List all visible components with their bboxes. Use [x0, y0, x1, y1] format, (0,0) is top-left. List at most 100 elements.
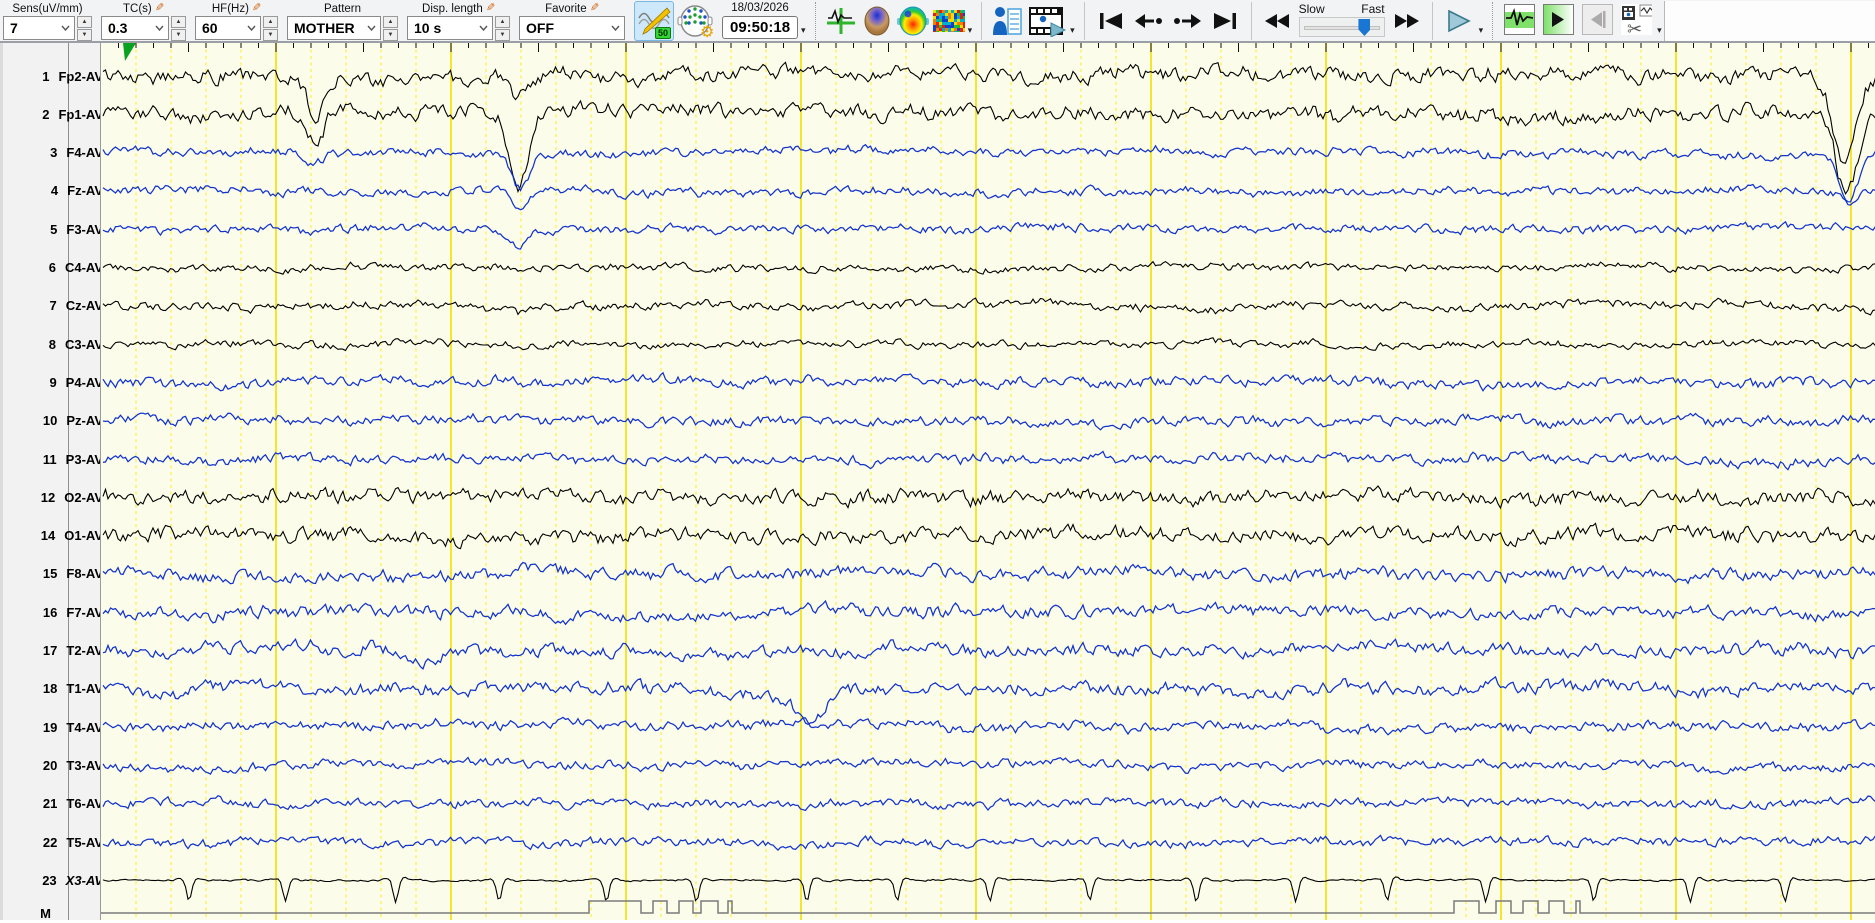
channel-row-c4-av[interactable]: 6 C4-AV [3, 258, 103, 278]
datetime-dropdown-icon[interactable]: ▾ [801, 25, 806, 36]
play-button[interactable] [1440, 3, 1478, 39]
trace-cursor-button[interactable] [824, 2, 858, 40]
head-3d-map-button[interactable] [860, 2, 894, 40]
clip-dropdown-icon[interactable]: ▾ [1657, 25, 1662, 36]
spectrogram-button[interactable] [932, 2, 966, 40]
channel-row-t6-av[interactable]: 21 T6-AV [3, 794, 103, 814]
channel-row-o2-av[interactable]: 12 O2-AV [3, 487, 103, 507]
review-back-icon [1583, 5, 1613, 34]
edit-pencil-icon[interactable]: ✎ [155, 2, 164, 14]
favorite-select[interactable]: OFF [519, 16, 625, 40]
channel-row-pz-av[interactable]: 10 Pz-AV [3, 411, 103, 431]
pattern-select[interactable]: MOTHER [287, 16, 381, 40]
waveform-t6-av [102, 794, 1875, 812]
review-play-icon [1544, 5, 1574, 34]
edit-pencil-icon[interactable]: ✎ [590, 2, 599, 14]
time-display[interactable]: 09:50:18 [722, 16, 799, 39]
waveform-o1-av [102, 522, 1875, 550]
analysis-dropdown-icon[interactable]: ▾ [968, 25, 973, 36]
hf-label: HF(Hz) [211, 2, 249, 15]
channel-label: F4-AV [66, 145, 103, 161]
waveform-x3-av [102, 876, 1875, 905]
video-dropdown-icon[interactable]: ▾ [1070, 25, 1075, 36]
channel-label: Fz-AV [67, 183, 103, 199]
field-sensitivity: Sens(uV/mm) 7 ▲ ▼ [3, 1, 92, 41]
spinner-down-icon[interactable]: ▼ [171, 29, 186, 41]
channel-row-c3-av[interactable]: 8 C3-AV [3, 334, 103, 354]
channel-number: 17 [42, 643, 58, 658]
display-length-select[interactable]: 10 s [407, 16, 493, 40]
channel-row-p3-av[interactable]: 11 P3-AV [3, 449, 103, 469]
spinner-up-icon[interactable]: ▲ [77, 16, 92, 28]
spinner-down-icon[interactable]: ▼ [383, 29, 398, 41]
panel-divider [68, 43, 69, 920]
channel-number: 19 [42, 719, 58, 735]
speed-slider-track[interactable] [1298, 17, 1385, 37]
clip-cut-button[interactable]: ✂ [1621, 4, 1653, 36]
spinner-up-icon[interactable]: ▲ [171, 16, 186, 28]
separator [1083, 2, 1085, 40]
channel-row-fz-av[interactable]: 4 Fz-AV [3, 181, 103, 201]
skip-to-end-button[interactable] [1206, 3, 1244, 39]
review-trace-button[interactable] [1504, 4, 1536, 35]
channel-row-f7-av[interactable]: 16 F7-AV [3, 602, 103, 622]
review-play-button[interactable] [1543, 4, 1575, 35]
scissors-icon: ✂ [1627, 19, 1642, 36]
play-dropdown-icon[interactable]: ▾ [1479, 25, 1484, 36]
channel-row-p4-av[interactable]: 9 P4-AV [3, 372, 103, 392]
gear-icon: ⚙ [700, 24, 713, 39]
waveform-c3-av [102, 337, 1875, 352]
channel-row-t3-av[interactable]: 20 T3-AV [3, 755, 103, 775]
spinner-down-icon[interactable]: ▼ [263, 29, 278, 41]
channel-number: 23 [42, 872, 57, 888]
patient-info-icon [993, 7, 1022, 35]
rewind-button[interactable] [1259, 3, 1297, 39]
channel-number: 18 [42, 681, 58, 697]
spinner-down-icon[interactable]: ▼ [495, 29, 510, 41]
skip-to-start-button[interactable] [1092, 3, 1130, 39]
channel-row-f8-av[interactable]: 15 F8-AV [3, 564, 103, 584]
waveform-t4-av [102, 716, 1875, 736]
edit-pencil-icon[interactable]: ✎ [486, 2, 495, 14]
channel-row-t4-av[interactable]: 19 T4-AV [3, 717, 103, 737]
sensitivity-value: 7 [10, 20, 18, 36]
channel-label: T6-AV [66, 796, 103, 812]
marker-row-label: M [40, 905, 51, 921]
spinner-up-icon[interactable]: ▲ [263, 16, 278, 28]
channel-row-cz-av[interactable]: 7 Cz-AV [3, 296, 103, 316]
tc-select[interactable]: 0.3 [101, 16, 169, 40]
patient-info-button[interactable] [990, 2, 1024, 40]
spinner-up-icon[interactable]: ▲ [495, 16, 510, 28]
video-button[interactable] [1026, 2, 1068, 40]
channel-row-fp1-av[interactable]: 2 Fp1-AV [3, 104, 103, 124]
slider-fast-label: Fast [1361, 2, 1385, 16]
notch-filter-button[interactable]: 50 [634, 1, 674, 41]
spinner-up-icon[interactable]: ▲ [383, 16, 398, 28]
eeg-trace-area[interactable] [100, 43, 1875, 920]
channel-number: 9 [49, 374, 57, 390]
channel-row-t2-av[interactable]: 17 T2-AV [3, 641, 103, 661]
spectrogram-icon [932, 10, 965, 32]
waveform-f7-av [102, 599, 1875, 626]
channel-row-x3-av[interactable]: 23 X3-AV [3, 870, 103, 890]
speed-slider-thumb[interactable] [1358, 19, 1371, 36]
waveform-cz-av [102, 297, 1875, 316]
fast-forward-button[interactable] [1387, 3, 1425, 39]
channel-row-f4-av[interactable]: 3 F4-AV [3, 143, 103, 163]
topography-map-button[interactable] [896, 2, 930, 40]
channel-row-t5-av[interactable]: 22 T5-AV [3, 832, 103, 852]
montage-button[interactable]: ⚙ [675, 2, 715, 40]
speed-slider: Slow Fast [1298, 2, 1385, 37]
channel-row-fp2-av[interactable]: 1 Fp2-AV [3, 66, 103, 86]
channel-label: C3-AV [64, 336, 103, 352]
channel-row-o1-av[interactable]: 14 O1-AV [3, 526, 103, 546]
step-forward-button[interactable] [1168, 3, 1206, 39]
edit-pencil-icon[interactable]: ✎ [252, 2, 261, 14]
field-high-filter: HF(Hz) ✎ 60 ▲ ▼ [195, 1, 278, 41]
step-back-button[interactable] [1130, 3, 1168, 39]
hf-select[interactable]: 60 [195, 16, 261, 40]
spinner-down-icon[interactable]: ▼ [77, 29, 92, 41]
channel-row-t1-av[interactable]: 18 T1-AV [3, 679, 103, 699]
channel-row-f3-av[interactable]: 5 F3-AV [3, 219, 103, 239]
sensitivity-select[interactable]: 7 [3, 16, 75, 40]
